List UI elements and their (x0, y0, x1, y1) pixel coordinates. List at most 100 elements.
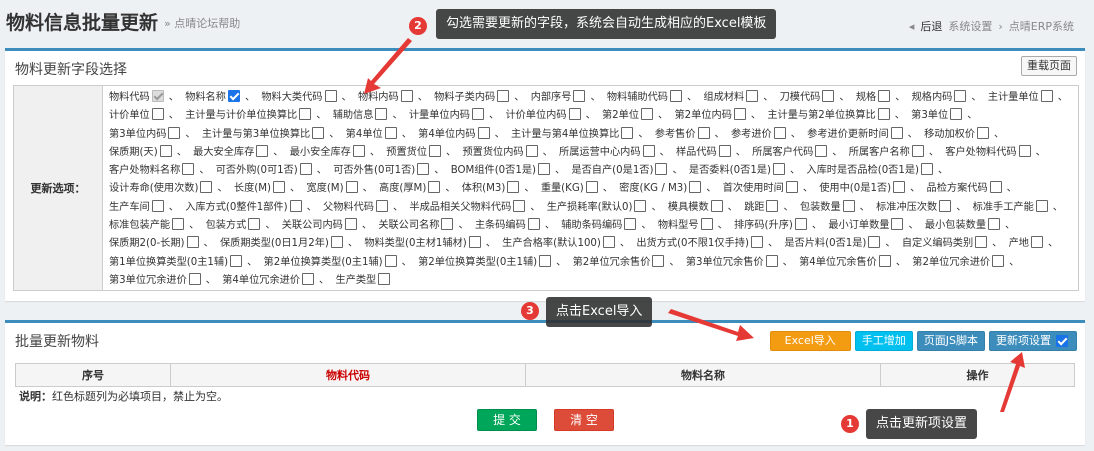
field-option[interactable]: 入库时是否品检(0否1是) (806, 163, 935, 176)
field-option[interactable]: 设计寿命(使用次数) (109, 181, 214, 194)
field-option[interactable]: 生产损耗率(默认0) (547, 199, 649, 213)
field-option-checkbox[interactable] (378, 272, 391, 285)
field-option-checkbox[interactable] (624, 218, 637, 231)
field-option[interactable]: 长度(M) (234, 181, 287, 194)
field-option-checkbox[interactable] (772, 163, 785, 176)
field-option[interactable]: 计价单位内码 (505, 108, 582, 121)
field-option-checkbox[interactable] (330, 236, 343, 249)
help-link[interactable]: » 点晴论坛帮助 (164, 15, 240, 31)
field-option-checkbox[interactable] (890, 126, 903, 139)
field-option-checkbox[interactable] (384, 126, 397, 139)
field-option-checkbox[interactable] (785, 181, 798, 194)
field-option-checkbox[interactable] (299, 108, 312, 121)
field-option-checkbox[interactable] (168, 126, 181, 139)
update-settings-checkbox[interactable] (1056, 335, 1068, 347)
field-option[interactable]: 最大安全库存 (193, 144, 270, 158)
field-option[interactable]: 移动加权价 (924, 126, 991, 140)
field-option[interactable]: 首次使用时间 (723, 181, 800, 194)
field-option-checkbox[interactable] (641, 108, 654, 121)
field-option-checkbox[interactable] (878, 90, 891, 102)
field-option-checkbox[interactable] (893, 181, 906, 194)
field-option-checkbox[interactable] (289, 199, 302, 212)
field-option-checkbox[interactable] (344, 218, 357, 231)
field-option[interactable]: 是否委料(0否1是) (689, 163, 787, 176)
field-option-checkbox[interactable] (151, 199, 164, 212)
field-option[interactable]: 保质期(天) (109, 144, 174, 158)
field-option-checkbox[interactable] (477, 126, 490, 139)
field-option[interactable]: 物料内码 (358, 90, 415, 103)
field-option-checkbox[interactable] (878, 254, 891, 267)
field-option[interactable]: 包装数量 (800, 199, 857, 213)
field-option[interactable]: 出货方式(0不限1仅手持) (636, 236, 765, 249)
field-option-checkbox[interactable] (689, 181, 702, 194)
field-option[interactable]: 辅助信息 (333, 108, 390, 121)
field-option-checkbox[interactable] (230, 254, 243, 267)
field-option[interactable]: 可否外售(0可1否) (333, 163, 431, 176)
field-option[interactable]: 跳距 (744, 199, 780, 213)
field-option-checkbox[interactable] (750, 236, 763, 249)
field-option-checkbox[interactable] (429, 144, 442, 157)
field-option-checkbox[interactable] (733, 108, 746, 121)
field-option[interactable]: 第3单位内码 (109, 126, 182, 140)
field-option[interactable]: 第3单位冗余进价 (109, 272, 203, 286)
field-option[interactable]: 物料代码 (109, 90, 166, 103)
field-option[interactable]: 密度(KG / M3) (619, 181, 703, 194)
field-option-checkbox[interactable] (188, 272, 201, 285)
field-option-checkbox[interactable] (299, 163, 312, 176)
back-link[interactable]: 后退 (920, 18, 942, 34)
field-option[interactable]: 辅助条码编码 (561, 218, 638, 231)
field-option[interactable]: 第2单位内码 (674, 108, 747, 121)
field-option[interactable]: 预置货位内码 (462, 144, 539, 158)
field-option-checkbox[interactable] (513, 199, 526, 212)
field-option[interactable]: 第2单位换算类型(0主1辅) (418, 254, 553, 268)
field-option-checkbox[interactable] (497, 90, 510, 102)
field-option[interactable]: 标准手工产能 (973, 199, 1050, 213)
field-option[interactable]: 所属运营中心内码 (559, 144, 657, 158)
update-settings-button[interactable]: 更新项设置 (989, 331, 1077, 351)
field-option[interactable]: 关联公司名称 (378, 218, 455, 231)
field-option-checkbox[interactable] (302, 272, 315, 285)
field-option[interactable]: 第2单位冗余售价 (573, 254, 667, 268)
field-option-checkbox[interactable] (417, 163, 430, 176)
manual-add-button[interactable]: 手工增加 (854, 331, 913, 351)
field-option[interactable]: 是否片料(0否1是) (784, 236, 882, 249)
field-option-checkbox[interactable] (822, 90, 835, 102)
field-option-checkbox[interactable] (602, 236, 615, 249)
field-option-checkbox[interactable] (172, 218, 185, 231)
field-option[interactable]: 规格 (856, 90, 892, 103)
field-option-checkbox[interactable] (573, 90, 586, 102)
field-option-checkbox[interactable] (975, 236, 988, 249)
field-option[interactable]: 主计量与第4单位换算比 (511, 126, 635, 140)
clear-button[interactable]: 清 空 (554, 409, 614, 431)
field-option-checkbox[interactable] (248, 218, 261, 231)
field-option[interactable]: 高度(厚M) (379, 181, 442, 194)
field-option[interactable]: 是否自产(0是1否) (571, 163, 669, 176)
field-option[interactable]: 物料类型(0主材1辅材) (364, 236, 482, 249)
field-option[interactable]: 主计量单位 (988, 90, 1055, 103)
field-option-checkbox[interactable] (527, 218, 540, 231)
field-option[interactable]: 保质期类型(0日1月2年) (220, 236, 345, 249)
field-option-checkbox[interactable] (324, 90, 337, 102)
field-option[interactable]: 产地 (1009, 236, 1045, 249)
field-option[interactable]: 内部序号 (531, 90, 588, 103)
field-option-checkbox[interactable] (1030, 236, 1043, 249)
field-option-checkbox[interactable] (1040, 90, 1053, 102)
field-option[interactable]: 生产合格率(默认100) (502, 236, 617, 249)
field-option[interactable]: 第4单位内码 (418, 126, 491, 140)
field-option[interactable]: 预置货位 (386, 144, 443, 158)
field-option[interactable]: 主计量与第3单位换算比 (202, 126, 326, 140)
field-option-checkbox[interactable] (718, 144, 731, 157)
field-option-checkbox[interactable] (766, 199, 779, 212)
field-option-checkbox[interactable] (472, 108, 484, 121)
field-option-checkbox[interactable] (585, 181, 598, 194)
breadcrumb-system-settings[interactable]: 系统设置 (948, 18, 992, 34)
field-option[interactable]: 半成品相关父物料代码 (409, 199, 527, 213)
field-option[interactable]: 入库方式(0整件1部件) (185, 199, 303, 213)
field-option-checkbox[interactable] (1035, 199, 1048, 212)
field-option-checkbox[interactable] (710, 199, 723, 212)
field-option[interactable]: 所属客户代码 (752, 144, 829, 158)
field-option[interactable]: 品检方案代码 (927, 181, 1004, 194)
field-option[interactable]: 所属客户名称 (849, 144, 926, 158)
field-option-checkbox[interactable] (989, 181, 1002, 194)
field-option[interactable]: 最小包装数量 (925, 218, 1002, 231)
